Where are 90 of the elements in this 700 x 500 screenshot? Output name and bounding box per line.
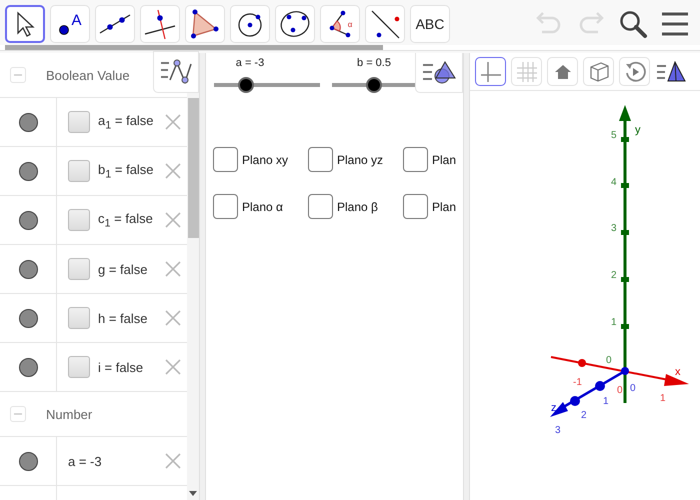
close-icon [165,359,181,375]
visibility-toggle[interactable] [18,358,38,376]
checkbox-label[interactable]: Plano α [242,200,283,214]
triangle-icon [191,9,219,39]
slider-thumb[interactable] [366,77,382,93]
slider-label: a = -3 [236,57,264,69]
tick-label: 1 [660,393,666,404]
search-icon [618,9,648,39]
section-title: Boolean Value [46,68,130,82]
checkbox[interactable] [68,160,90,182]
scroll-down-icon[interactable] [189,491,197,496]
checkbox-label[interactable]: Plan [432,200,456,214]
tick-label: 5 [611,130,617,141]
visibility-toggle[interactable] [18,210,38,230]
checkbox[interactable] [403,147,428,172]
home-icon [554,64,572,80]
toolbar-scrollbar[interactable] [5,45,383,50]
cube-icon [588,60,610,82]
checkbox[interactable] [308,194,333,219]
ellipse-icon [279,9,311,39]
checkbox[interactable] [308,147,333,172]
close-icon [165,163,181,179]
scrollbar-thumb[interactable] [188,98,198,238]
pointer-icon [15,11,35,37]
close-icon [165,261,181,277]
checkbox[interactable] [68,209,90,231]
checkbox[interactable] [68,307,90,329]
tool-button[interactable] [5,5,45,43]
checkbox-label[interactable]: Plano xy [242,152,288,166]
graphics-style-button[interactable] [415,53,463,93]
pyramid-icon [656,60,686,82]
axis-label: x [675,366,680,378]
section-title: Number [46,406,92,422]
tick-label: -1 [573,377,582,388]
axes-icon [480,60,502,82]
visibility-toggle[interactable] [18,452,38,470]
visibility-toggle[interactable] [18,260,38,278]
tick-label: 3 [611,223,617,234]
slider-label: b = 0.5 [357,57,391,69]
tick-label: 3 [555,425,561,436]
algebra-expression[interactable]: h = false [98,310,148,326]
point-label: A [71,12,82,29]
tool-button[interactable]: α [320,5,360,43]
tick-label: 1 [603,396,609,407]
tick-label: 2 [581,410,587,421]
tick-label: 4 [611,177,617,188]
search-button[interactable] [618,9,648,39]
checkbox-label[interactable]: Plano β [337,200,378,214]
algebra-style-button[interactable] [153,51,199,93]
checkbox[interactable] [68,258,90,280]
tool-button[interactable]: ABC [410,5,450,43]
axis-label: z [551,402,556,414]
reflect-icon [369,8,401,40]
axis-label: y [635,124,640,136]
angle-label: α [348,20,352,28]
tick-label: 1 [611,317,617,328]
view-button[interactable] [475,57,506,86]
algebra-expression[interactable]: c$_{1}$ = false [98,210,153,230]
algebra-expression[interactable]: g = false [98,262,148,276]
checkbox[interactable] [403,194,428,219]
tick-label: 0 [617,385,623,396]
checkbox-label[interactable]: Plano yz [337,152,384,166]
checkbox[interactable] [213,147,238,172]
tool-button[interactable]: A [50,5,90,43]
visibility-toggle[interactable] [18,112,38,132]
menu-icon [660,11,690,37]
grid-icon [516,60,538,82]
checkbox-label[interactable]: Plan [432,152,456,166]
algebra-expression[interactable]: a$_{1}$ = false [98,112,154,132]
checkbox[interactable] [68,111,90,133]
graph-icon [160,58,192,86]
tick-label: 0 [606,355,612,366]
slider-thumb[interactable] [238,77,254,93]
point-icon [58,24,70,36]
tick-label: 0 [630,383,636,394]
algebra-expression[interactable]: i = false [98,360,144,374]
checkbox[interactable] [213,194,238,219]
close-icon [165,114,181,130]
tick-label: 2 [611,270,617,281]
algebra-expression[interactable]: a = -3 [68,454,102,468]
visibility-toggle[interactable] [18,162,38,180]
algebra-expression[interactable]: b$_{1}$ = false [98,162,154,180]
visibility-toggle[interactable] [18,308,38,328]
close-icon [165,453,181,469]
checkbox[interactable] [68,356,90,378]
rotate-icon [624,60,646,82]
close-icon [165,212,181,228]
shapes-icon [422,59,456,85]
close-icon [165,310,181,326]
perpendicular-line-icon [143,8,177,40]
